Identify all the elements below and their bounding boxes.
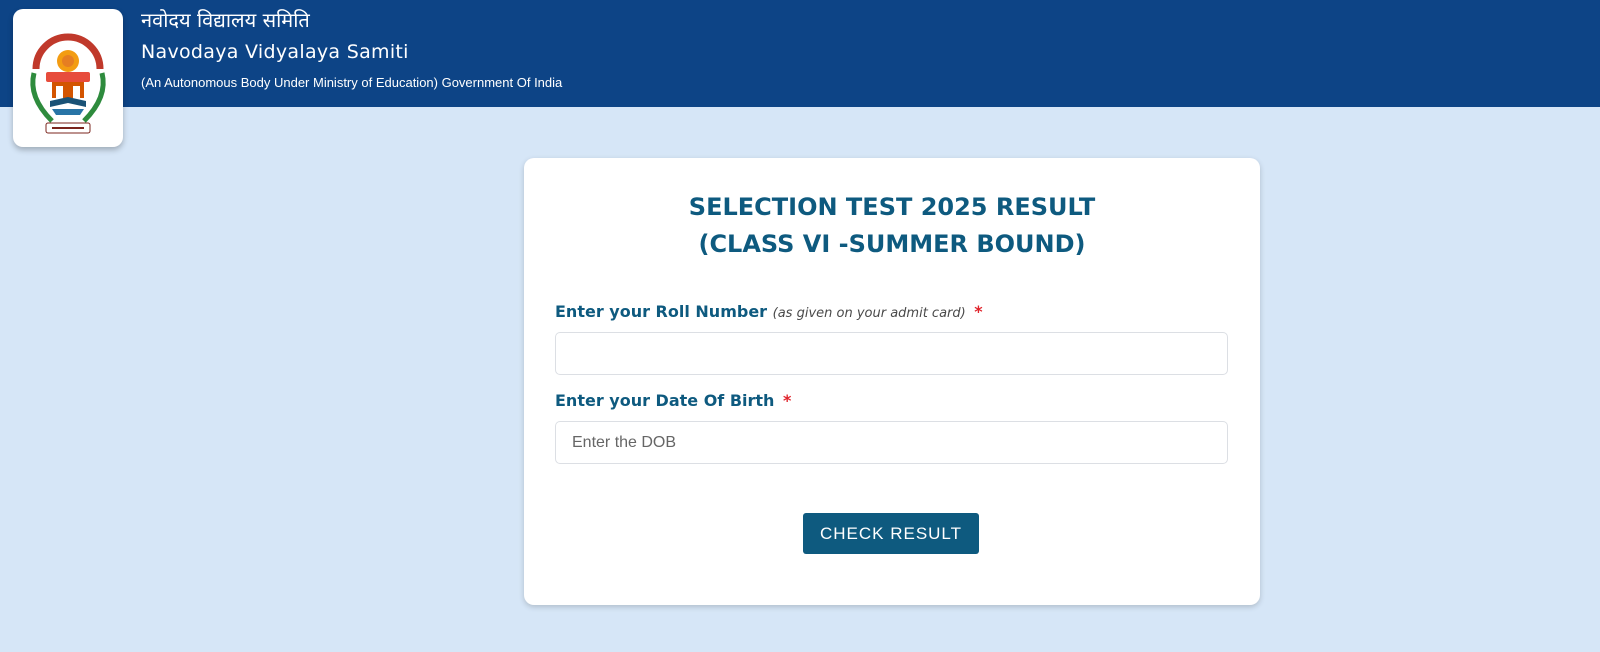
result-title-line2: (CLASS VI -SUMMER BOUND) [698, 230, 1086, 258]
dob-label: Enter your Date Of Birth * [555, 390, 791, 412]
roll-number-label-text: Enter your Roll Number [555, 302, 768, 321]
site-header: नवोदय विद्यालय समिति Navodaya Vidyalaya … [0, 0, 1600, 107]
roll-number-input[interactable] [555, 332, 1228, 375]
roll-number-label: Enter your Roll Number (as given on your… [555, 301, 983, 325]
org-subtitle: (An Autonomous Body Under Ministry of Ed… [141, 75, 563, 90]
org-name-hindi: नवोदय विद्यालय समिति [141, 8, 310, 32]
nvs-logo[interactable] [13, 9, 123, 147]
nvs-emblem-logo-icon [30, 33, 106, 134]
roll-required-marker: * [974, 302, 983, 321]
dob-required-marker: * [783, 391, 792, 410]
header-text: नवोदय विद्यालय समिति Navodaya Vidyalaya … [141, 6, 562, 92]
dob-input[interactable] [555, 421, 1228, 464]
result-title-line1: SELECTION TEST 2025 RESULT [688, 193, 1096, 221]
dob-label-text: Enter your Date Of Birth [555, 391, 775, 410]
roll-number-hint: (as given on your admit card) [772, 306, 966, 321]
check-result-button[interactable]: CHECK RESULT [803, 513, 979, 554]
result-title: SELECTION TEST 2025 RESULT (CLASS VI -SU… [524, 189, 1260, 263]
result-form-card: SELECTION TEST 2025 RESULT (CLASS VI -SU… [524, 158, 1260, 605]
org-name-english: Navodaya Vidyalaya Samiti [141, 41, 409, 63]
